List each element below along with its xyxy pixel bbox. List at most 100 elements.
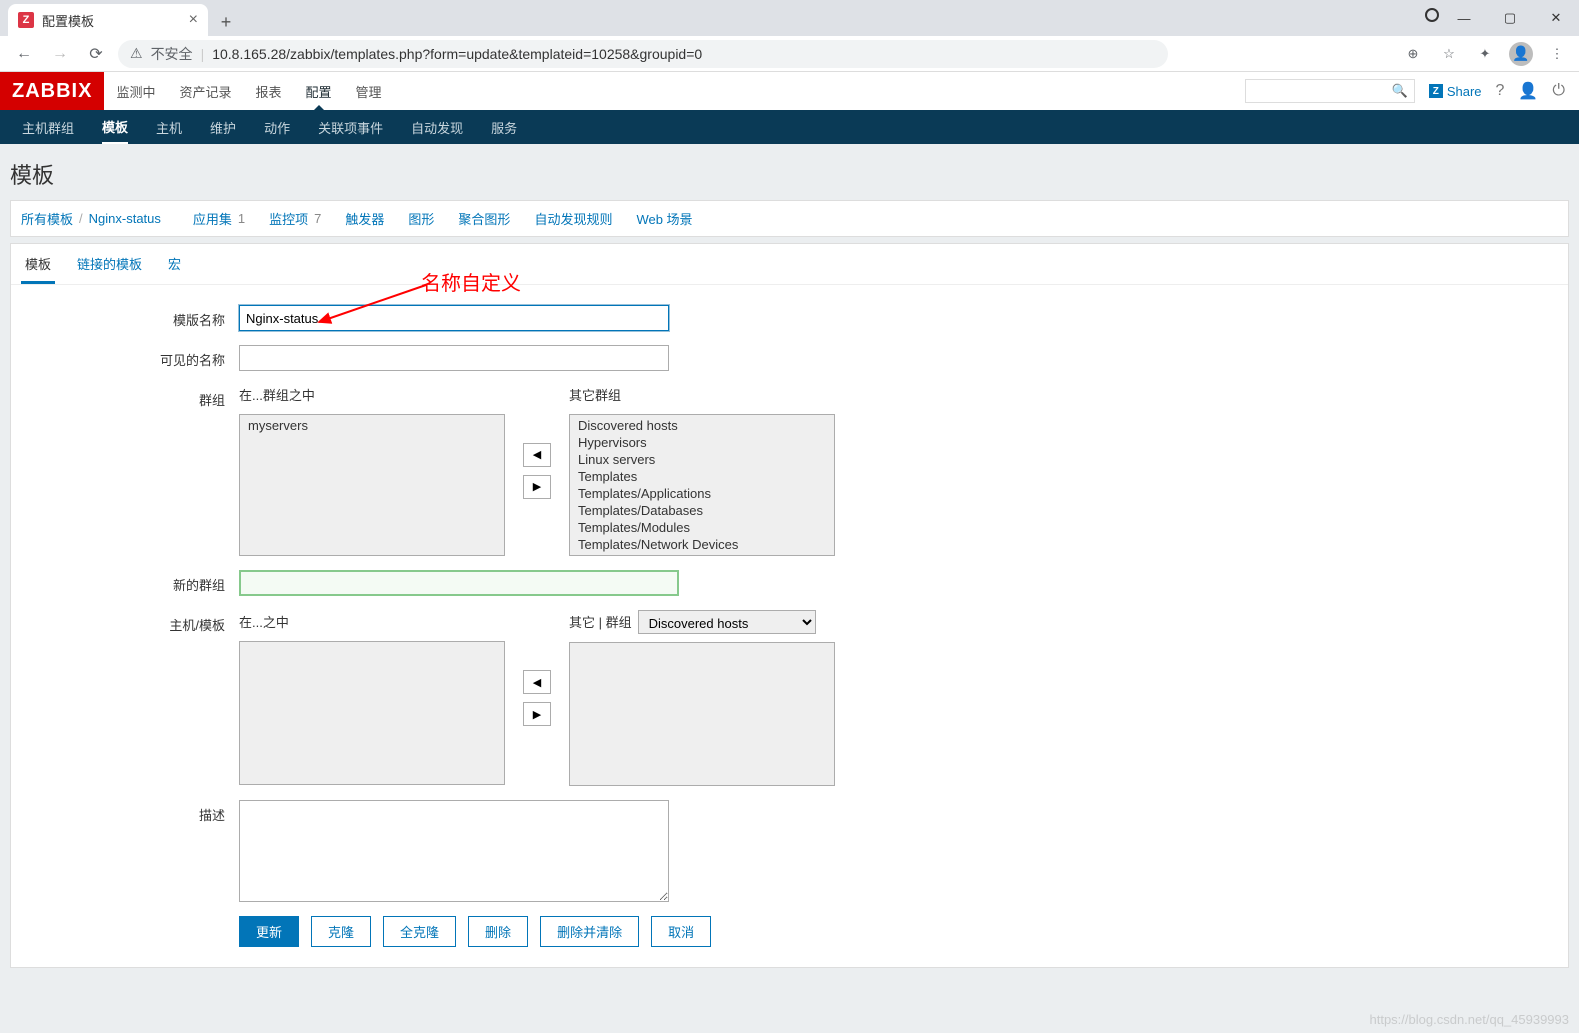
update-button[interactable]: 更新	[239, 916, 299, 947]
breadcrumb-link[interactable]: 应用集	[193, 209, 232, 228]
breadcrumb-link[interactable]: 触发器	[345, 209, 384, 228]
browser-tab[interactable]: Z 配置模板 ×	[8, 4, 208, 36]
other-groups-header: 其它群组	[569, 385, 835, 406]
form-card: 模板链接的模板宏 名称自定义 模版名称 可见的名称 群组 在...群组之	[10, 243, 1569, 968]
url-text: 10.8.165.28/zabbix/templates.php?form=up…	[212, 46, 702, 62]
list-item[interactable]: Templates/Databases	[572, 502, 832, 519]
account-ring-icon[interactable]	[1425, 8, 1439, 22]
subnav-item[interactable]: 动作	[250, 110, 304, 144]
watermark: https://blog.csdn.net/qq_45939993	[1370, 1012, 1570, 1027]
breadcrumb-link[interactable]: 自动发现规则	[534, 209, 612, 228]
menu-icon[interactable]: ⋮	[1545, 42, 1569, 66]
tab-favicon: Z	[18, 12, 34, 28]
form-tab[interactable]: 模板	[21, 254, 55, 284]
subnav-item[interactable]: 主机群组	[8, 110, 88, 144]
list-item[interactable]: Templates/Operating Systems	[572, 553, 832, 555]
form-tabs: 模板链接的模板宏	[11, 244, 1568, 285]
subnav-item[interactable]: 自动发现	[397, 110, 477, 144]
power-icon[interactable]: ⏻	[1552, 82, 1565, 100]
header-search[interactable]: 🔍	[1245, 79, 1415, 103]
breadcrumb: 所有模板 / Nginx-status应用集 1监控项 7触发器图形聚合图形自动…	[10, 200, 1569, 237]
list-item[interactable]: Discovered hosts	[572, 417, 832, 434]
topnav-item[interactable]: 监测中	[104, 72, 167, 110]
in-hosts-listbox[interactable]	[239, 641, 505, 785]
template-name-input[interactable]	[239, 305, 669, 331]
list-item[interactable]: Hypervisors	[572, 434, 832, 451]
breadcrumb-all[interactable]: 所有模板	[21, 209, 73, 228]
page-title: 模板	[0, 144, 1579, 200]
zabbix-logo[interactable]: ZABBIX	[0, 72, 104, 110]
visible-name-input[interactable]	[239, 345, 669, 371]
extensions-icon[interactable]: ✦	[1473, 42, 1497, 66]
profile-avatar-icon[interactable]: 👤	[1509, 42, 1533, 66]
reload-icon[interactable]: ⟳	[82, 40, 110, 68]
insecure-label: 不安全	[151, 44, 193, 64]
breadcrumb-link[interactable]: 监控项	[269, 209, 308, 228]
clone-button[interactable]: 克隆	[311, 916, 371, 947]
search-url-icon[interactable]: ⊕	[1401, 42, 1425, 66]
list-item[interactable]: Templates/Network Devices	[572, 536, 832, 553]
help-icon[interactable]: ?	[1496, 82, 1505, 100]
form-tab[interactable]: 宏	[164, 254, 185, 284]
label-groups: 群组	[21, 385, 239, 409]
app-header: ZABBIX 监测中资产记录报表配置管理 🔍 ZShare ? 👤 ⏻	[0, 72, 1579, 110]
subnav-item[interactable]: 主机	[142, 110, 196, 144]
user-icon[interactable]: 👤	[1518, 81, 1538, 101]
address-bar: ← → ⟳ ⚠ 不安全 | 10.8.165.28/zabbix/templat…	[0, 36, 1579, 72]
topnav-item[interactable]: 管理	[344, 72, 394, 110]
bookmark-icon[interactable]: ☆	[1437, 42, 1461, 66]
breadcrumb-link[interactable]: 聚合图形	[458, 209, 510, 228]
delete-button[interactable]: 删除	[468, 916, 528, 947]
other-hosts-header: 其它 | 群组	[569, 612, 632, 633]
hosts-move-left-button[interactable]: ◀	[523, 670, 551, 694]
new-tab-button[interactable]: +	[212, 8, 240, 36]
list-item[interactable]: Templates/Modules	[572, 519, 832, 536]
tab-close-icon[interactable]: ×	[189, 11, 198, 29]
breadcrumb-link[interactable]: Web 场景	[636, 209, 692, 228]
list-item[interactable]: Linux servers	[572, 451, 832, 468]
new-group-input[interactable]	[239, 570, 679, 596]
label-description: 描述	[21, 800, 239, 824]
subnav-item[interactable]: 服务	[477, 110, 531, 144]
hosts-move-right-button[interactable]: ▶	[523, 702, 551, 726]
hosts-group-select[interactable]: Discovered hosts	[638, 610, 816, 634]
forward-icon: →	[46, 40, 74, 68]
share-link[interactable]: ZShare	[1429, 84, 1482, 99]
move-right-button[interactable]: ▶	[523, 475, 551, 499]
breadcrumb-current[interactable]: Nginx-status	[89, 211, 161, 226]
sub-nav: 主机群组模板主机维护动作关联项事件自动发现服务	[0, 110, 1579, 144]
annotation-text: 名称自定义	[421, 267, 521, 296]
share-label: Share	[1447, 84, 1482, 99]
label-visible-name: 可见的名称	[21, 345, 239, 369]
in-hosts-header: 在...之中	[239, 612, 505, 633]
insecure-icon: ⚠	[130, 45, 143, 62]
subnav-item[interactable]: 关联项事件	[304, 110, 397, 144]
list-item[interactable]: Templates/Applications	[572, 485, 832, 502]
topnav-item[interactable]: 配置	[294, 72, 344, 110]
move-left-button[interactable]: ◀	[523, 443, 551, 467]
delete-clear-button[interactable]: 删除并清除	[540, 916, 639, 947]
label-name: 模版名称	[21, 305, 239, 329]
minimize-icon[interactable]: —	[1441, 0, 1487, 36]
form-tab[interactable]: 链接的模板	[73, 254, 146, 284]
subnav-item[interactable]: 模板	[88, 110, 142, 144]
cancel-button[interactable]: 取消	[651, 916, 711, 947]
list-item[interactable]: Templates	[572, 468, 832, 485]
subnav-item[interactable]: 维护	[196, 110, 250, 144]
back-icon[interactable]: ←	[10, 40, 38, 68]
list-item[interactable]: myservers	[242, 417, 502, 434]
url-field[interactable]: ⚠ 不安全 | 10.8.165.28/zabbix/templates.php…	[118, 40, 1168, 68]
topnav-item[interactable]: 报表	[243, 72, 293, 110]
breadcrumb-link[interactable]: 图形	[408, 209, 434, 228]
maximize-icon[interactable]: ▢	[1487, 0, 1533, 36]
label-hosts: 主机/模板	[21, 610, 239, 634]
full-clone-button[interactable]: 全克隆	[383, 916, 456, 947]
label-new-group: 新的群组	[21, 570, 239, 594]
other-hosts-listbox[interactable]	[569, 642, 835, 786]
close-window-icon[interactable]: ✕	[1533, 0, 1579, 36]
other-groups-listbox[interactable]: Discovered hostsHypervisorsLinux servers…	[569, 414, 835, 556]
breadcrumb-count: 7	[314, 211, 321, 226]
in-groups-listbox[interactable]: myservers	[239, 414, 505, 556]
topnav-item[interactable]: 资产记录	[167, 72, 243, 110]
description-textarea[interactable]	[239, 800, 669, 902]
